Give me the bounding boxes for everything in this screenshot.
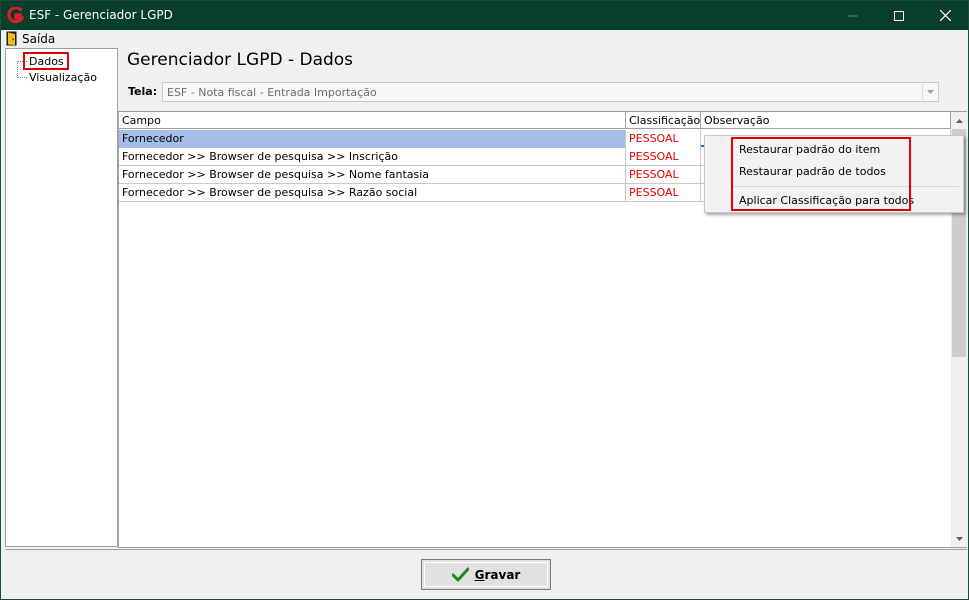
app-window: ESF - Gerenciador LGPD Saída Dados Visua…	[0, 0, 969, 600]
maximize-icon	[894, 10, 904, 21]
annotation-highlight-box	[23, 52, 69, 70]
window-title: ESF - Gerenciador LGPD	[29, 8, 173, 22]
tela-select[interactable]: ESF - Nota fiscal - Entrada Importação	[162, 82, 939, 102]
gravar-button-label: Gravar	[474, 567, 521, 582]
cell-classificacao[interactable]: PESSOAL	[626, 148, 701, 166]
menu-label-saida: Saída	[22, 32, 56, 46]
gravar-button[interactable]: Gravar	[421, 559, 551, 590]
close-icon	[939, 10, 951, 21]
annotation-highlight-box	[731, 137, 911, 211]
tree-connector	[17, 61, 18, 76]
maximize-button[interactable]	[876, 1, 922, 30]
menu-bar: Saída	[1, 30, 968, 48]
cell-classificacao[interactable]: PESSOAL	[626, 166, 701, 184]
title-bar[interactable]: ESF - Gerenciador LGPD	[1, 1, 968, 30]
chevron-down-icon	[955, 536, 963, 541]
navigation-tree: Dados Visualização	[5, 48, 118, 547]
exit-door-icon	[6, 31, 17, 46]
tree-connector	[17, 77, 27, 78]
footer-divider	[5, 549, 967, 550]
cell-classificacao[interactable]: PESSOAL	[626, 184, 701, 202]
minimize-button[interactable]	[830, 1, 876, 30]
column-header-observacao[interactable]: Observação	[701, 112, 951, 129]
chevron-up-icon	[955, 118, 963, 123]
cell-classificacao[interactable]: PESSOAL	[626, 130, 701, 148]
minimize-icon	[848, 15, 858, 16]
column-header-classificacao[interactable]: Classificação	[626, 112, 701, 129]
checkmark-icon	[451, 567, 469, 582]
cell-campo[interactable]: Fornecedor >> Browser de pesquisa >> Raz…	[119, 184, 626, 202]
dropdown-button[interactable]	[922, 84, 937, 100]
tree-item-visualizacao[interactable]: Visualização	[29, 71, 97, 84]
column-header-campo[interactable]: Campo	[119, 112, 626, 129]
app-logo-icon	[7, 7, 24, 24]
chevron-down-icon	[926, 90, 934, 94]
scroll-up-button[interactable]	[951, 112, 967, 129]
cell-campo[interactable]: Fornecedor >> Browser de pesquisa >> Ins…	[119, 148, 626, 166]
scroll-down-button[interactable]	[951, 530, 967, 547]
cell-campo[interactable]: Fornecedor	[119, 130, 626, 148]
cell-campo[interactable]: Fornecedor >> Browser de pesquisa >> Nom…	[119, 166, 626, 184]
close-button[interactable]	[922, 1, 968, 30]
page-title: Gerenciador LGPD - Dados	[127, 50, 354, 70]
tela-select-value: ESF - Nota fiscal - Entrada Importação	[167, 86, 377, 99]
tela-label: Tela:	[128, 85, 158, 98]
grid-header: Campo Classificação Observação	[119, 112, 951, 129]
